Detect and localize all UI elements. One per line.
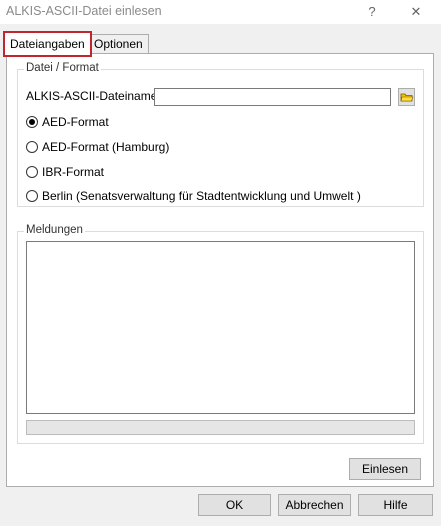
radio-label: AED-Format (Hamburg) [42,140,170,154]
messages-legend: Meldungen [24,224,85,236]
help-button[interactable]: Hilfe [358,494,433,516]
close-icon[interactable]: ✕ [406,2,426,22]
tab-dateiangaben[interactable]: Dateiangaben [3,31,92,57]
folder-icon [400,93,414,102]
file-format-legend: Datei / Format [24,62,101,74]
radio-button[interactable] [26,166,38,178]
radio-button[interactable] [26,190,38,202]
window-title: ALKIS-ASCII-Datei einlesen [6,4,162,18]
help-title-button[interactable]: ? [362,2,382,22]
file-format-group: Datei / Format ALKIS-ASCII-Dateiname AED… [17,62,424,207]
messages-list[interactable] [26,241,415,414]
radio-label: Berlin (Senatsverwaltung für Stadtentwic… [42,189,361,203]
filename-input[interactable] [154,88,391,106]
cancel-button[interactable]: Abbrechen [278,494,351,516]
filename-label: ALKIS-ASCII-Dateiname [26,89,158,103]
radio-button-checked[interactable] [26,116,38,128]
title-bar: ALKIS-ASCII-Datei einlesen ? ✕ [0,0,441,24]
tab-strip: Dateiangaben Optionen [0,31,441,57]
progress-bar [26,420,415,435]
tab-optionen[interactable]: Optionen [88,34,149,53]
radio-label: IBR-Format [42,165,105,179]
read-button[interactable]: Einlesen [349,458,421,480]
ok-button[interactable]: OK [198,494,271,516]
messages-group: Meldungen [17,224,424,444]
radio-label: AED-Format [42,115,109,129]
radio-button[interactable] [26,141,38,153]
tab-panel: Datei / Format ALKIS-ASCII-Dateiname AED… [6,53,434,487]
browse-button[interactable] [398,88,415,106]
